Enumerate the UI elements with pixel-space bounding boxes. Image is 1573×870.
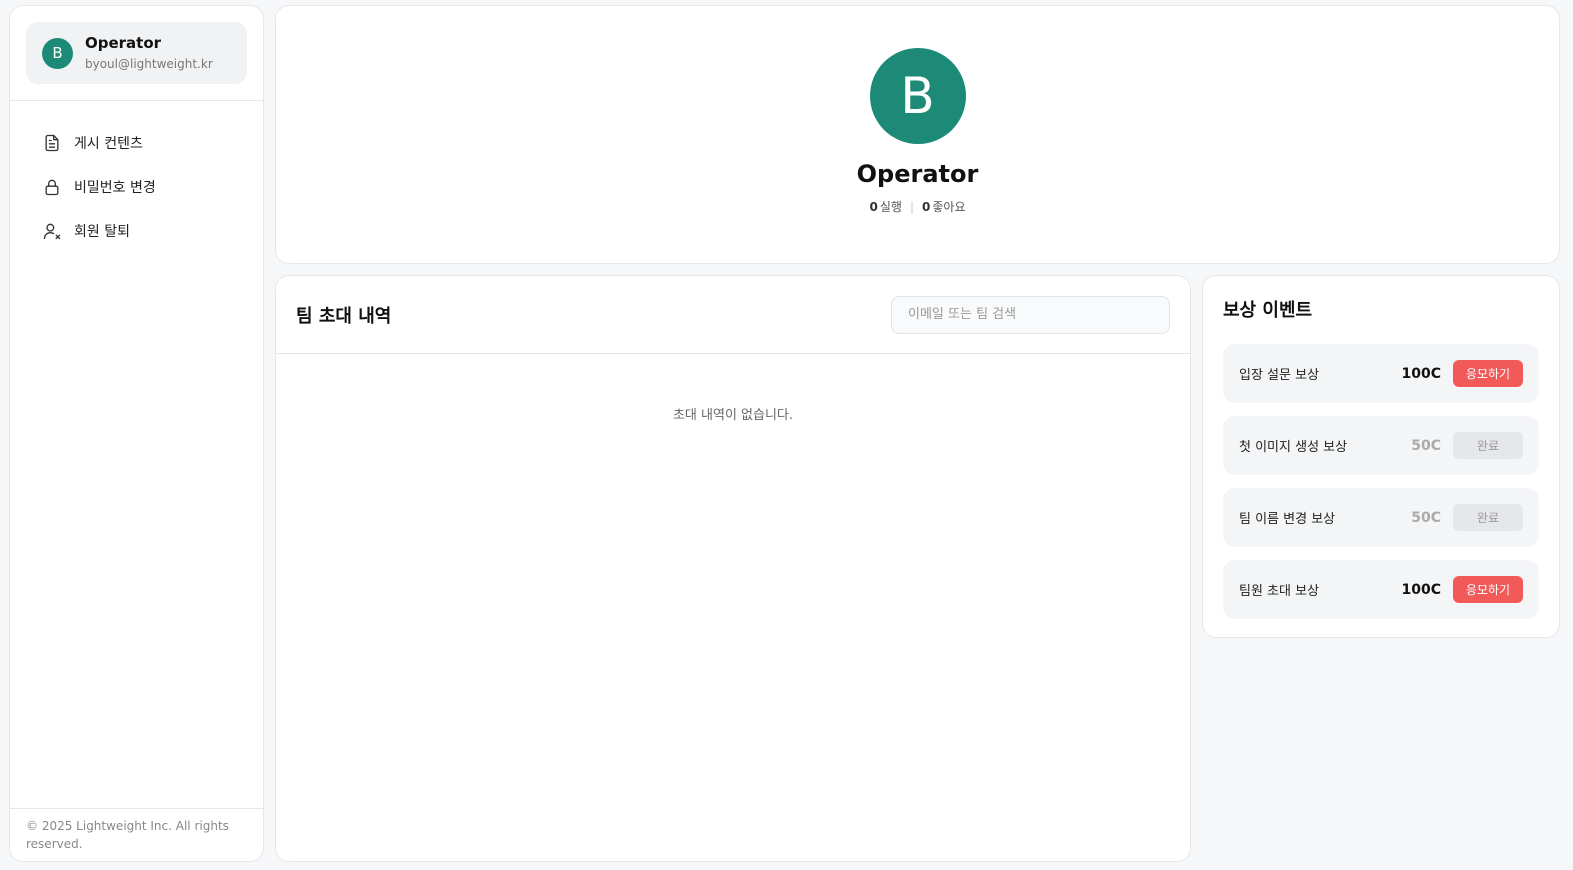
reward-item: 입장 설문 보상 100C 응모하기 <box>1223 344 1539 403</box>
reward-amount: 100C <box>1401 581 1442 598</box>
user-remove-icon <box>43 223 61 240</box>
sidebar-profile-card[interactable]: B Operator byoul@lightweight.kr <box>26 22 247 84</box>
reward-item: 팀원 초대 보상 100C 응모하기 <box>1223 560 1539 619</box>
stats-separator: | <box>909 199 914 214</box>
rewards-title: 보상 이벤트 <box>1223 300 1313 321</box>
lock-icon <box>45 179 59 196</box>
likes-label: 좋아요 <box>932 200 966 214</box>
profile-text: Operator byoul@lightweight.kr <box>85 33 213 73</box>
avatar-large: B <box>869 48 966 144</box>
reward-item: 첫 이미지 생성 보상 50C 완료 <box>1223 416 1539 475</box>
completed-button: 완료 <box>1453 504 1523 531</box>
avatar: B <box>42 37 73 69</box>
sidebar-item-posted-content[interactable]: 게시 컨텐츠 <box>10 121 263 165</box>
invites-empty-text: 초대 내역이 없습니다. <box>672 408 794 423</box>
reward-name: 입장 설문 보상 <box>1239 368 1320 383</box>
runs-count: 0 <box>869 199 878 214</box>
sidebar-nav: 게시 컨텐츠 비밀번호 변경 회원 탈퇴 <box>10 101 263 253</box>
team-invites-panel: 팀 초대 내역 초대 내역이 없습니다. <box>275 275 1191 862</box>
invite-search-input[interactable] <box>891 295 1170 334</box>
completed-button: 완료 <box>1453 432 1523 459</box>
profile-panel: B Operator 0 실행 | 0 좋아요 <box>275 5 1560 264</box>
likes-count: 0 <box>922 199 931 214</box>
sidebar-item-label: 회원 탈퇴 <box>74 224 130 240</box>
apply-button[interactable]: 응모하기 <box>1453 360 1523 387</box>
document-icon <box>45 134 59 152</box>
apply-button[interactable]: 응모하기 <box>1453 576 1523 603</box>
reward-name: 팀원 초대 보상 <box>1239 584 1320 599</box>
reward-amount: 50C <box>1411 437 1441 454</box>
profile-display-name: Operator <box>856 160 979 188</box>
reward-amount: 100C <box>1401 365 1442 382</box>
sidebar-item-withdraw[interactable]: 회원 탈퇴 <box>10 209 263 253</box>
runs-label: 실행 <box>879 200 902 214</box>
invites-title: 팀 초대 내역 <box>296 305 392 327</box>
profile-email: byoul@lightweight.kr <box>85 57 213 71</box>
sidebar-item-change-password[interactable]: 비밀번호 변경 <box>10 165 263 209</box>
copyright-text: © 2025 Lightweight Inc. All rights reser… <box>10 808 263 861</box>
reward-item: 팀 이름 변경 보상 50C 완료 <box>1223 488 1539 547</box>
profile-stats: 0 실행 | 0 좋아요 <box>870 198 966 215</box>
reward-events-panel: 보상 이벤트 입장 설문 보상 100C 응모하기 첫 이미지 생성 보상 50… <box>1202 275 1560 638</box>
profile-name: Operator <box>85 34 162 52</box>
sidebar-item-label: 비밀번호 변경 <box>74 180 156 196</box>
reward-name: 팀 이름 변경 보상 <box>1239 512 1336 527</box>
reward-name: 첫 이미지 생성 보상 <box>1239 440 1348 455</box>
invites-header: 팀 초대 내역 <box>276 276 1190 354</box>
reward-amount: 50C <box>1411 509 1441 526</box>
sidebar: B Operator byoul@lightweight.kr 게시 컨텐츠 비… <box>9 5 264 862</box>
sidebar-item-label: 게시 컨텐츠 <box>74 136 143 152</box>
